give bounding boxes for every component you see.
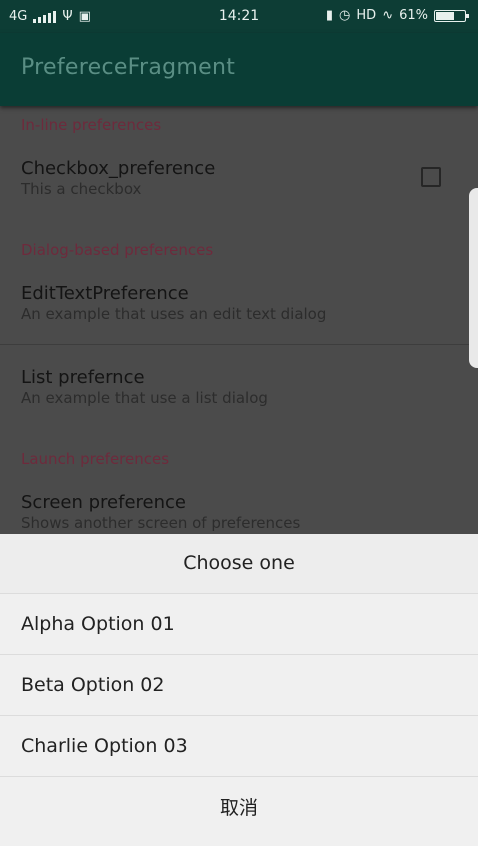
dialog-option-1[interactable]: Alpha Option 01: [0, 594, 478, 655]
screen-preference-title: Screen preference: [21, 492, 186, 513]
dialog-option-2[interactable]: Beta Option 02: [0, 655, 478, 716]
cancel-button[interactable]: 取消: [0, 777, 478, 845]
page-title: PreferecеFragment: [21, 55, 236, 80]
divider: [0, 344, 478, 345]
list-preference-summary: An example that use a list dialog: [21, 389, 268, 407]
dialog-title: Choose one: [0, 534, 478, 594]
battery-icon: [434, 9, 469, 22]
list-preference-title: List prefernce: [21, 367, 145, 388]
status-right: ▮ ◷ HD ∿ 61%: [325, 8, 469, 23]
edittext-preference-title: EditTextPreference: [21, 283, 189, 304]
category-dialog: Dialog-based preferences: [21, 241, 214, 259]
dialog-option-3[interactable]: Charlie Option 03: [0, 716, 478, 777]
screen-preference-summary: Shows another screen of preferences: [21, 514, 301, 532]
choose-dialog: Choose one Alpha Option 01 Beta Option 0…: [0, 534, 478, 846]
hd-label: HD: [356, 8, 377, 23]
checkbox[interactable]: [421, 167, 441, 187]
vibrate-icon: ▮: [325, 8, 334, 23]
preference-list: In-line preferences Checkbox_preference …: [0, 106, 478, 534]
edge-panel-handle[interactable]: [469, 188, 478, 368]
alarm-icon: ◷: [339, 8, 351, 23]
battery-percent: 61%: [399, 8, 428, 23]
edittext-preference-summary: An example that uses an edit text dialog: [21, 305, 327, 323]
category-launch: Launch preferences: [21, 450, 170, 468]
checkbox-preference-summary: This a checkbox: [21, 180, 142, 198]
category-inline: In-line preferences: [21, 116, 162, 134]
status-bar: 4G Ψ ▣ 14:21 ▮ ◷ HD ∿ 61%: [0, 0, 478, 33]
app-bar: PreferecеFragment: [0, 33, 478, 106]
checkbox-preference-title: Checkbox_preference: [21, 158, 216, 179]
wifi-icon: ∿: [382, 8, 394, 23]
